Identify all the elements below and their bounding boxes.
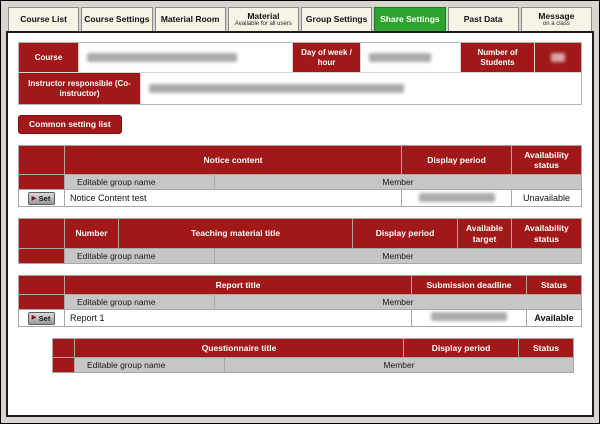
notice-title-cell: Notice Content test	[65, 190, 402, 207]
notice-content-header: Notice content	[65, 146, 402, 175]
course-info-row-2: Instructor responsible (Co-instructor)	[19, 72, 581, 104]
notice-table: Notice content Display period Availabili…	[18, 145, 582, 207]
day-of-week-label: Day of week / hour	[293, 43, 361, 72]
material-subheader-row: Editable group name Member	[19, 248, 582, 263]
questionnaire-table: Questionnaire title Display period Statu…	[52, 338, 574, 373]
set-button-cell: ▶ Set	[19, 190, 65, 207]
play-icon: ▶	[32, 196, 37, 203]
number-header: Number	[65, 219, 119, 248]
material-title-header: Teaching material title	[119, 219, 353, 248]
notice-subheader-row: Editable group name Member	[19, 175, 582, 190]
member-header: Member	[225, 358, 574, 373]
set-label: Set	[39, 315, 51, 323]
notice-status-cell: Unavailable	[512, 190, 582, 207]
report-deadline-cell	[412, 309, 527, 326]
tab-past-data[interactable]: Past Data	[448, 7, 519, 31]
students-value	[535, 43, 581, 72]
tab-label: Material	[247, 12, 279, 21]
member-header: Member	[215, 294, 582, 309]
lms-share-settings-page: Course List Course Settings Material Roo…	[0, 0, 600, 424]
member-header: Member	[215, 175, 582, 190]
report-subheader-row: Editable group name Member	[19, 294, 582, 309]
report-table: Report title Submission deadline Status …	[18, 275, 582, 327]
set-button[interactable]: ▶ Set	[28, 312, 56, 325]
play-icon: ▶	[32, 315, 37, 322]
questionnaire-subheader-row: Editable group name Member	[53, 358, 574, 373]
subheader-corner-cell	[19, 175, 65, 190]
availability-status-header: Availability status	[512, 146, 582, 175]
set-label: Set	[39, 195, 51, 203]
editable-group-name-header: Editable group name	[65, 175, 215, 190]
redacted-period-value	[419, 193, 495, 202]
tab-course-list[interactable]: Course List	[8, 7, 79, 31]
empty-header-cell	[19, 275, 65, 294]
notice-period-cell	[402, 190, 512, 207]
instructor-label: Instructor responsible (Co-instructor)	[19, 73, 141, 104]
tab-material-room[interactable]: Material Room	[155, 7, 226, 31]
tab-label: Group Settings	[306, 15, 367, 24]
day-of-week-value	[361, 43, 461, 72]
redacted-course-value	[87, 53, 237, 62]
material-header-row: Number Teaching material title Display p…	[19, 219, 582, 248]
tab-label: Message	[538, 12, 574, 21]
tab-course-settings[interactable]: Course Settings	[81, 7, 152, 31]
empty-header-cell	[53, 338, 75, 357]
display-period-header: Display period	[353, 219, 458, 248]
tab-material-all-users[interactable]: Material Available for all users	[228, 7, 299, 31]
display-period-header: Display period	[402, 146, 512, 175]
tab-label: Past Data	[464, 15, 503, 24]
notice-header-row: Notice content Display period Availabili…	[19, 146, 582, 175]
redacted-students-value	[551, 53, 565, 62]
empty-header-cell	[19, 146, 65, 175]
tab-group-settings[interactable]: Group Settings	[301, 7, 372, 31]
tab-label: Share Settings	[380, 15, 440, 24]
common-setting-list-button[interactable]: Common setting list	[18, 115, 122, 134]
report-data-row: ▶ Set Report 1 Available	[19, 309, 582, 326]
students-label: Number of Students	[461, 43, 535, 72]
editable-group-name-header: Editable group name	[65, 294, 215, 309]
redacted-deadline-value	[431, 312, 507, 321]
report-status-cell: Available	[527, 309, 582, 326]
empty-header-cell	[19, 219, 65, 248]
course-label: Course	[19, 43, 79, 72]
tab-share-settings[interactable]: Share Settings	[374, 7, 445, 31]
status-header: Status	[519, 338, 574, 357]
course-value	[79, 43, 293, 72]
available-target-header: Available target	[458, 219, 512, 248]
set-button[interactable]: ▶ Set	[28, 192, 56, 205]
subheader-corner-cell	[53, 358, 75, 373]
subheader-corner-cell	[19, 294, 65, 309]
tab-message-on-class[interactable]: Message on a class	[521, 7, 592, 31]
questionnaire-header-row: Questionnaire title Display period Statu…	[53, 338, 574, 357]
report-title-cell: Report 1	[65, 309, 412, 326]
editable-group-name-header: Editable group name	[75, 358, 225, 373]
notice-data-row: ▶ Set Notice Content test Unavailable	[19, 190, 582, 207]
subheader-corner-cell	[19, 248, 65, 263]
tab-bar: Course List Course Settings Material Roo…	[6, 4, 594, 31]
redacted-instructor-value	[149, 84, 404, 93]
submission-deadline-header: Submission deadline	[412, 275, 527, 294]
editable-group-name-header: Editable group name	[65, 248, 215, 263]
course-info-row-1: Course Day of week / hour Number of Stud…	[19, 43, 581, 72]
course-info: Course Day of week / hour Number of Stud…	[18, 42, 582, 105]
content-panel: Course Day of week / hour Number of Stud…	[6, 31, 594, 417]
tab-sublabel: on a class	[543, 21, 570, 27]
tab-label: Course Settings	[84, 15, 149, 24]
display-period-header: Display period	[404, 338, 519, 357]
tab-sublabel: Available for all users	[235, 21, 292, 27]
instructor-value	[141, 73, 581, 104]
redacted-day-value	[369, 53, 431, 62]
tab-label: Course List	[20, 15, 67, 24]
tab-label: Material Room	[161, 15, 220, 24]
report-header-row: Report title Submission deadline Status	[19, 275, 582, 294]
set-button-cell: ▶ Set	[19, 309, 65, 326]
status-header: Status	[527, 275, 582, 294]
availability-status-header: Availability status	[512, 219, 582, 248]
teaching-material-table: Number Teaching material title Display p…	[18, 218, 582, 263]
member-header: Member	[215, 248, 582, 263]
questionnaire-title-header: Questionnaire title	[75, 338, 404, 357]
report-title-header: Report title	[65, 275, 412, 294]
